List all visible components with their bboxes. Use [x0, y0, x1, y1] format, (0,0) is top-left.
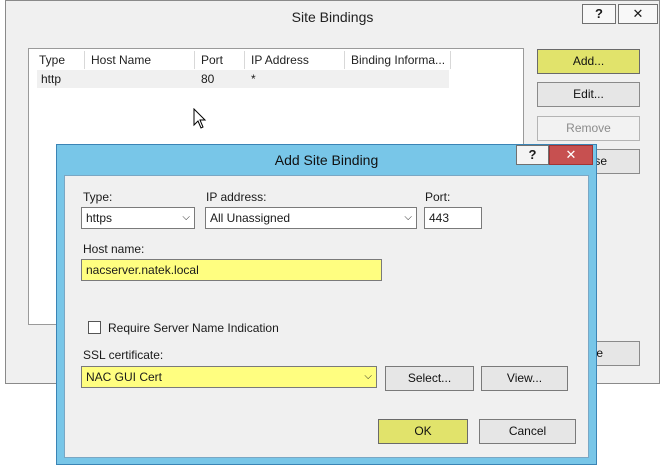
mouse-cursor-icon: [193, 108, 207, 129]
ssl-certificate-value: NAC GUI Cert: [86, 370, 163, 384]
require-sni-checkbox[interactable]: [88, 321, 101, 334]
ip-address-select[interactable]: All Unassigned ⌵: [205, 207, 417, 229]
chevron-down-icon: ⌵: [182, 212, 190, 223]
ip-address-value: All Unassigned: [210, 211, 291, 225]
select-certificate-button[interactable]: Select...: [385, 366, 474, 391]
chevron-down-icon: ⌵: [364, 371, 372, 382]
ssl-certificate-label: SSL certificate:: [83, 348, 164, 362]
column-header-binding-info[interactable]: Binding Informa...: [345, 51, 451, 69]
column-header-port[interactable]: Port: [195, 51, 245, 69]
type-select[interactable]: https ⌵: [81, 207, 195, 229]
type-select-value: https: [86, 211, 113, 225]
column-header-host-name[interactable]: Host Name: [85, 51, 195, 69]
require-sni-label[interactable]: Require Server Name Indication: [108, 321, 279, 335]
cancel-button[interactable]: Cancel: [479, 419, 576, 444]
view-certificate-button[interactable]: View...: [481, 366, 568, 391]
edit-binding-button[interactable]: Edit...: [537, 82, 640, 107]
ok-button[interactable]: OK: [378, 419, 468, 444]
remove-binding-button[interactable]: Remove: [537, 116, 640, 141]
cell-port: 80: [201, 72, 215, 86]
column-header-type[interactable]: Type: [33, 51, 85, 69]
dialog-close-button[interactable]: ✕: [549, 145, 593, 165]
type-label: Type:: [83, 190, 113, 204]
ip-address-label: IP address:: [206, 190, 267, 204]
host-name-label: Host name:: [83, 242, 145, 256]
add-site-binding-dialog: Add Site Binding ? ✕ Type: https ⌵ IP ad…: [56, 144, 597, 465]
help-button[interactable]: ?: [582, 4, 616, 24]
dialog-help-button[interactable]: ?: [516, 145, 549, 165]
add-binding-button[interactable]: Add...: [537, 49, 640, 74]
cell-type: http: [41, 72, 62, 86]
port-input[interactable]: 443: [424, 207, 482, 229]
cell-ip: *: [251, 72, 256, 86]
window-title: Site Bindings: [291, 9, 374, 25]
chevron-down-icon: ⌵: [404, 212, 412, 223]
ssl-certificate-select[interactable]: NAC GUI Cert ⌵: [81, 366, 377, 388]
port-label: Port:: [425, 190, 451, 204]
host-name-input[interactable]: nacserver.natek.local: [81, 259, 382, 281]
table-row[interactable]: http 80 *: [37, 70, 449, 88]
close-window-button[interactable]: ✕: [618, 4, 658, 24]
column-header-ip-address[interactable]: IP Address: [245, 51, 345, 69]
dialog-body: Type: https ⌵ IP address: All Unassigned…: [64, 175, 589, 458]
